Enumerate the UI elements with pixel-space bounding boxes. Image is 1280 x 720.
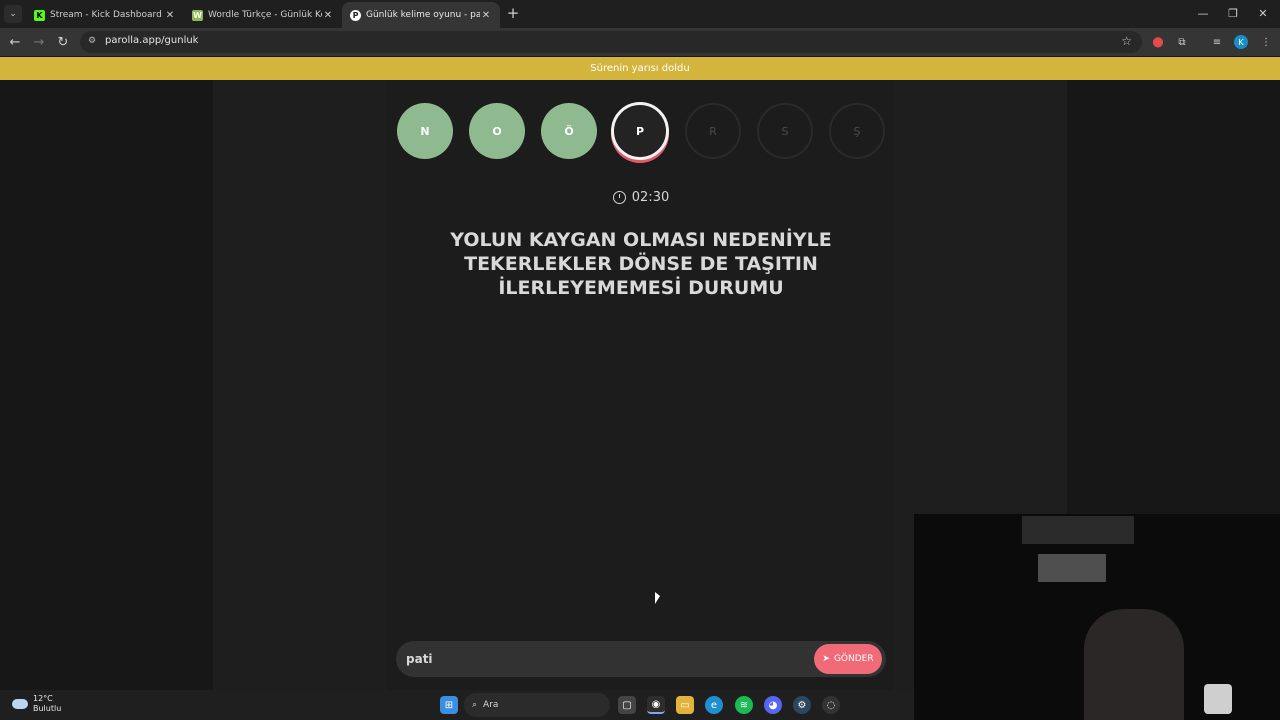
clock-icon [612, 191, 626, 204]
letter-circle-o-umlaut: Ö [541, 103, 597, 159]
tab-title: Günlük kelime oyunu - parolla [366, 10, 480, 20]
tab-kick-dashboard[interactable]: K Stream - Kick Dashboard ✕ [26, 2, 184, 28]
browser-toolbar: ← → ↻ ⚙ parolla.app/gunluk ☆ ⬤ ⧉ ≡ K ⋮ [0, 28, 1280, 56]
close-window-icon[interactable]: ✕ [1252, 4, 1274, 22]
restore-icon[interactable]: ❐ [1222, 4, 1244, 22]
close-icon[interactable]: ✕ [480, 10, 492, 21]
address-bar[interactable]: ⚙ parolla.app/gunluk ☆ [80, 31, 1142, 53]
webcam-cabinet [1022, 516, 1134, 544]
weather-temperature: 12°C [33, 694, 53, 703]
profile-avatar[interactable]: K [1234, 35, 1248, 49]
bookmark-star-icon[interactable]: ☆ [1121, 34, 1132, 48]
letter-circle-p-current: P [611, 102, 669, 160]
letter-circle-s-cedilla: Ş [829, 103, 885, 159]
kick-favicon-icon: K [34, 9, 45, 21]
discord-icon[interactable]: ◕ [764, 696, 782, 714]
extensions-puzzle-icon[interactable]: ⧉ [1174, 34, 1190, 50]
taskbar-search[interactable]: ⌕ Ara [464, 693, 610, 717]
extension-badge-icon[interactable]: ⬤ [1150, 34, 1166, 50]
send-label: GÖNDER [833, 654, 874, 664]
site-info-icon[interactable]: ⚙ [88, 36, 100, 48]
parolla-favicon-icon: P [350, 9, 361, 21]
menu-kebab-icon[interactable]: ⋮ [1258, 34, 1274, 50]
send-button[interactable]: ➤ GÖNDER [814, 644, 882, 674]
back-icon[interactable]: ← [6, 33, 24, 51]
tab-parolla[interactable]: P Günlük kelime oyunu - parolla ✕ [342, 2, 500, 28]
letter-circle-r: R [685, 103, 741, 159]
reload-icon[interactable]: ↻ [54, 33, 72, 51]
search-icon: ⌕ [472, 700, 478, 710]
edge-icon[interactable]: e [705, 696, 723, 714]
steam-icon[interactable]: ⚙ [793, 696, 811, 714]
question-text: YOLUN KAYGAN OLMASI NEDENİYLE TEKERLEKLE… [450, 229, 832, 299]
cloud-icon [12, 699, 28, 709]
tab-title: Wordle Türkçe - Günlük Kelime [208, 10, 322, 20]
wordle-favicon-icon: W [192, 9, 203, 21]
letter-circle-s: S [757, 103, 813, 159]
tab-search-icon[interactable]: ⌄ [4, 5, 22, 23]
new-tab-icon[interactable]: + [504, 4, 522, 22]
weather-condition: Bulutlu [33, 704, 62, 713]
url-text: parolla.app/gunluk [105, 35, 199, 46]
close-icon[interactable]: ✕ [164, 10, 176, 21]
webcam-person [1084, 609, 1184, 720]
send-arrow-icon: ➤ [822, 654, 830, 664]
media-control-icon[interactable]: ≡ [1209, 34, 1225, 50]
countdown-timer: 02:30 [386, 190, 896, 205]
webcam-window-light [1038, 554, 1106, 582]
mouse-cursor-icon [655, 592, 660, 604]
browser-tabbar: ⌄ K Stream - Kick Dashboard ✕ W Wordle T… [0, 0, 1280, 28]
answer-form: ➤ GÖNDER [396, 641, 886, 677]
answer-input[interactable] [406, 650, 796, 668]
webcam-overlay [914, 514, 1280, 720]
tab-wordle[interactable]: W Wordle Türkçe - Günlük Kelime ✕ [184, 2, 342, 28]
spotify-icon[interactable]: ≋ [735, 696, 753, 714]
letter-circle-n: N [397, 103, 453, 159]
weather-widget[interactable]: 12°C Bulutlu [12, 694, 61, 714]
close-icon[interactable]: ✕ [322, 10, 334, 21]
half-time-banner: Sürenin yarısı doldu [0, 57, 1280, 80]
file-explorer-icon[interactable]: ▭ [676, 696, 694, 714]
windows-start-icon[interactable]: ⊞ [440, 696, 458, 714]
letter-progress: N O Ö P R S Ş [386, 102, 896, 162]
app-icon[interactable]: ◌ [822, 696, 840, 714]
task-view-icon[interactable]: ▢ [618, 696, 636, 714]
forward-icon[interactable]: → [30, 33, 48, 51]
tab-title: Stream - Kick Dashboard [50, 10, 162, 20]
windows-taskbar: 12°C Bulutlu ⊞ ⌕ Ara ▢ ◉ ▭ e ≋ ◕ ⚙ ◌ [0, 690, 914, 720]
chrome-icon[interactable]: ◉ [647, 696, 665, 714]
minimize-icon[interactable]: — [1192, 4, 1214, 22]
timer-value: 02:30 [631, 190, 670, 205]
webcam-lamp [1204, 684, 1232, 714]
search-label: Ara [483, 700, 499, 710]
letter-circle-o: O [469, 103, 525, 159]
game-panel: N O Ö P R S Ş 02:30 YOLUN KAYGAN OLMASI … [385, 80, 895, 690]
